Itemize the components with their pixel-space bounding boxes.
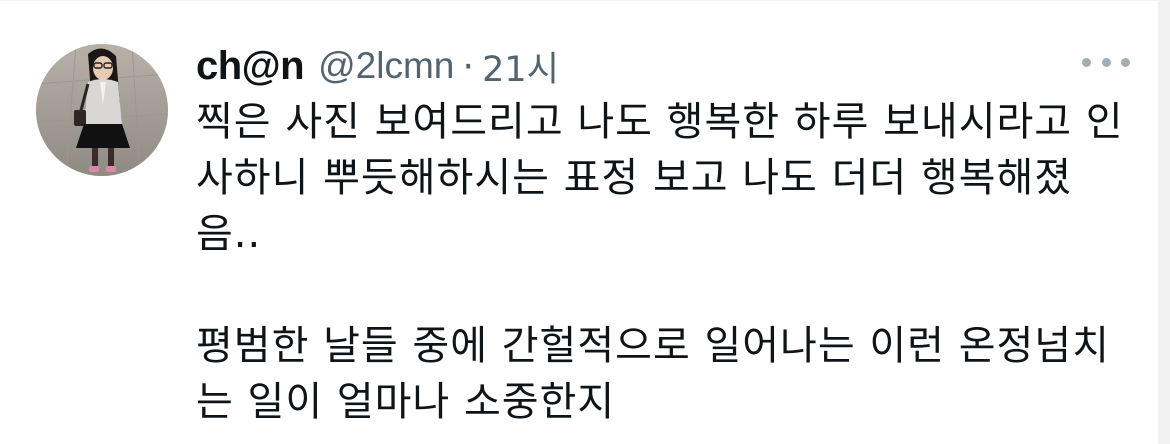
tweet-paragraph: 평범한 날들 중에 간헐적으로 일어나는 이런 온정넘치 는 일이 얼마나 소중… — [196, 323, 1110, 425]
window-edge — [1158, 0, 1170, 444]
avatar-photo — [36, 44, 168, 176]
more-dot — [1121, 57, 1130, 67]
more-dot — [1101, 57, 1111, 67]
username-handle[interactable]: @2lcmn — [318, 45, 454, 87]
avatar[interactable] — [36, 44, 168, 176]
tweet-paragraph: 찍은 사진 보여드리고 나도 행복한 하루 보내시라고 인 사하니 뿌듯해하시는… — [196, 99, 1124, 257]
more-dot — [1082, 57, 1091, 67]
more-options-icon[interactable] — [1082, 50, 1130, 74]
timestamp[interactable]: 21시 — [482, 41, 559, 92]
separator-dot: · — [462, 44, 475, 88]
tweet-header: ch@n @2lcmn · 21시 — [196, 40, 559, 92]
tweet[interactable]: ch@n @2lcmn · 21시 찍은 사진 보여드리고 나도 행복한 하루 … — [0, 0, 1170, 444]
display-name[interactable]: ch@n — [196, 44, 305, 89]
tweet-body: 찍은 사진 보여드리고 나도 행복한 하루 보내시라고 인 사하니 뿌듯해하시는… — [196, 94, 1146, 430]
